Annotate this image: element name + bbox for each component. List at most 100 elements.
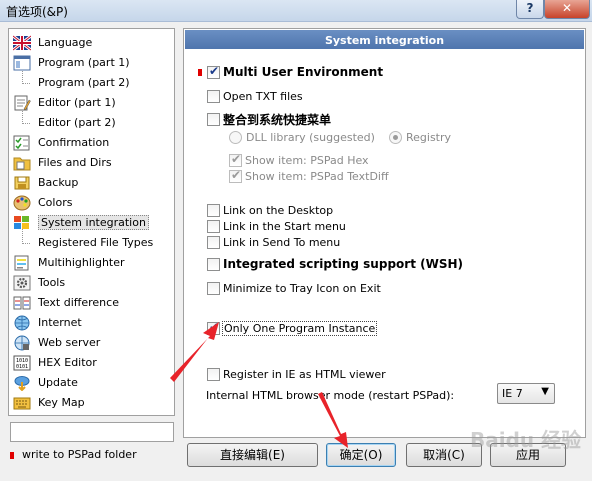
option-label: Registry xyxy=(406,131,452,144)
red-marker-icon xyxy=(10,451,14,459)
checkbox-box[interactable] xyxy=(207,258,220,271)
help-button[interactable]: ? xyxy=(516,0,544,19)
legend: write to PSPad folder xyxy=(10,448,137,461)
option-label: Show item: PSPad TextDiff xyxy=(245,170,389,183)
sidebar-item-label: Web server xyxy=(38,336,101,349)
windows-icon xyxy=(14,216,29,229)
sidebar-item-label: Colors xyxy=(38,196,73,209)
option-label: Multi User Environment xyxy=(223,65,384,79)
option-label: Link in the Start menu xyxy=(223,220,346,233)
panel-title: System integration xyxy=(184,29,585,50)
sidebar-item-label: Files and Dirs xyxy=(38,156,112,169)
palette-icon xyxy=(13,195,31,211)
checkbox-box[interactable] xyxy=(229,152,242,167)
watermark: Baidu 经验 xyxy=(470,428,582,452)
checkbox-box[interactable] xyxy=(229,168,242,183)
sidebar-item-label: Language xyxy=(38,36,93,49)
sidebar-item-language[interactable]: Language xyxy=(9,33,174,53)
sidebar-item-label: System integration xyxy=(38,215,149,230)
sidebar-item-internet[interactable]: Internet xyxy=(9,313,174,333)
sidebar-tree[interactable]: Language Program (part 1) Program (part … xyxy=(8,28,175,416)
option-label: Link in Send To menu xyxy=(223,236,341,249)
update-icon xyxy=(14,376,30,391)
sidebar-item-web-server[interactable]: Web server xyxy=(9,333,174,353)
checkbox-box[interactable] xyxy=(207,282,220,295)
folder-icon xyxy=(13,157,31,171)
checkbox-box[interactable] xyxy=(207,236,220,249)
svg-text:0101: 0101 xyxy=(16,364,28,370)
sidebar-item-files-dirs[interactable]: Files and Dirs xyxy=(9,153,174,173)
globe-icon xyxy=(14,315,30,331)
direct-edit-button[interactable]: 直接编辑(E) xyxy=(187,443,318,467)
select-value: IE 7 xyxy=(502,387,523,400)
highlighter-icon xyxy=(14,255,29,271)
option-label: Integrated scripting support (WSH) xyxy=(223,257,463,271)
checkbox-box[interactable] xyxy=(207,220,220,233)
option-label: Show item: PSPad Hex xyxy=(245,154,369,167)
sidebar-item-multihighlighter[interactable]: Multihighlighter xyxy=(9,253,174,273)
sidebar-item-label: HEX Editor xyxy=(38,356,97,369)
sidebar-item-label: Registered File Types xyxy=(38,236,154,249)
sidebar-item-tools[interactable]: Tools xyxy=(9,273,174,293)
sidebar-item-label: Multihighlighter xyxy=(38,256,125,269)
server-icon xyxy=(14,335,30,351)
sidebar-item-editor-2[interactable]: Editor (part 2) xyxy=(9,113,174,133)
browser-mode-select[interactable]: IE 7 ▼ xyxy=(497,383,555,404)
sidebar-item-label: Internet xyxy=(38,316,82,329)
option-label: Link on the Desktop xyxy=(223,204,334,217)
sidebar-item-label: Tools xyxy=(38,276,66,289)
checkbox-box[interactable] xyxy=(207,64,220,79)
backup-icon xyxy=(14,176,30,190)
sidebar-item-label: Editor (part 1) xyxy=(38,96,116,109)
editor-icon xyxy=(14,95,31,111)
radio-circle[interactable] xyxy=(229,131,242,144)
window-title: 首选项(&P) xyxy=(6,5,68,19)
sidebar-item-program-2[interactable]: Program (part 2) xyxy=(9,73,174,93)
hex-icon: 10100101 xyxy=(13,355,31,371)
diff-icon xyxy=(13,296,31,310)
checkbox-box[interactable] xyxy=(207,204,220,217)
option-label: DLL library (suggested) xyxy=(246,131,375,144)
keyboard-icon xyxy=(13,397,31,410)
sidebar-item-label: Text difference xyxy=(38,296,119,309)
ok-button[interactable]: 确定(O) xyxy=(326,443,396,467)
sidebar-item-colors[interactable]: Colors xyxy=(9,193,174,213)
sidebar-item-label: Backup xyxy=(38,176,79,189)
sidebar-item-label: Program (part 1) xyxy=(38,56,130,69)
sidebar-item-text-difference[interactable]: Text difference xyxy=(9,293,174,313)
checkbox-box[interactable] xyxy=(207,90,220,103)
option-label: Only One Program Instance xyxy=(222,321,378,336)
legend-text: write to PSPad folder xyxy=(22,448,137,461)
gear-icon xyxy=(13,275,31,291)
checkbox-box[interactable] xyxy=(207,113,220,126)
title-bar: 首选项(&P) ? ✕ xyxy=(0,0,592,22)
chevron-down-icon: ▼ xyxy=(541,386,549,397)
checklist-icon xyxy=(13,135,30,151)
red-marker-icon xyxy=(198,69,202,76)
program-icon xyxy=(13,55,31,71)
option-label: 整合到系统快捷菜单 xyxy=(223,113,332,127)
option-label: Minimize to Tray Icon on Exit xyxy=(223,282,381,295)
sidebar-item-key-map[interactable]: Key Map xyxy=(9,393,174,413)
sidebar-filter-input[interactable] xyxy=(10,422,174,442)
sidebar-item-label: Editor (part 2) xyxy=(38,116,116,129)
sidebar-item-update[interactable]: Update xyxy=(9,373,174,393)
sidebar-item-label: Confirmation xyxy=(38,136,110,149)
sidebar-item-label: Program (part 2) xyxy=(38,76,130,89)
checkbox-box[interactable] xyxy=(207,320,220,335)
sidebar-item-system-integration[interactable]: System integration xyxy=(9,213,174,233)
sidebar-item-label: Key Map xyxy=(38,396,85,409)
browser-mode-label: Internal HTML browser mode (restart PSPa… xyxy=(206,389,455,402)
system-integration-panel: System integration Multi User Environmen… xyxy=(183,28,586,438)
sidebar-item-backup[interactable]: Backup xyxy=(9,173,174,193)
checkbox-box[interactable] xyxy=(207,368,220,381)
option-label: Open TXT files xyxy=(223,90,303,103)
sidebar-item-hex-editor[interactable]: 1010 0101 HEX Editor xyxy=(9,353,174,373)
close-button[interactable]: ✕ xyxy=(544,0,590,19)
radio-circle[interactable] xyxy=(389,131,402,144)
sidebar-item-program-1[interactable]: Program (part 1) xyxy=(9,53,174,73)
sidebar-item-label: Update xyxy=(38,376,78,389)
sidebar-item-editor-1[interactable]: Editor (part 1) xyxy=(9,93,174,113)
sidebar-item-registered-file-types[interactable]: Registered File Types xyxy=(9,233,174,253)
sidebar-item-confirmation[interactable]: Confirmation xyxy=(9,133,174,153)
